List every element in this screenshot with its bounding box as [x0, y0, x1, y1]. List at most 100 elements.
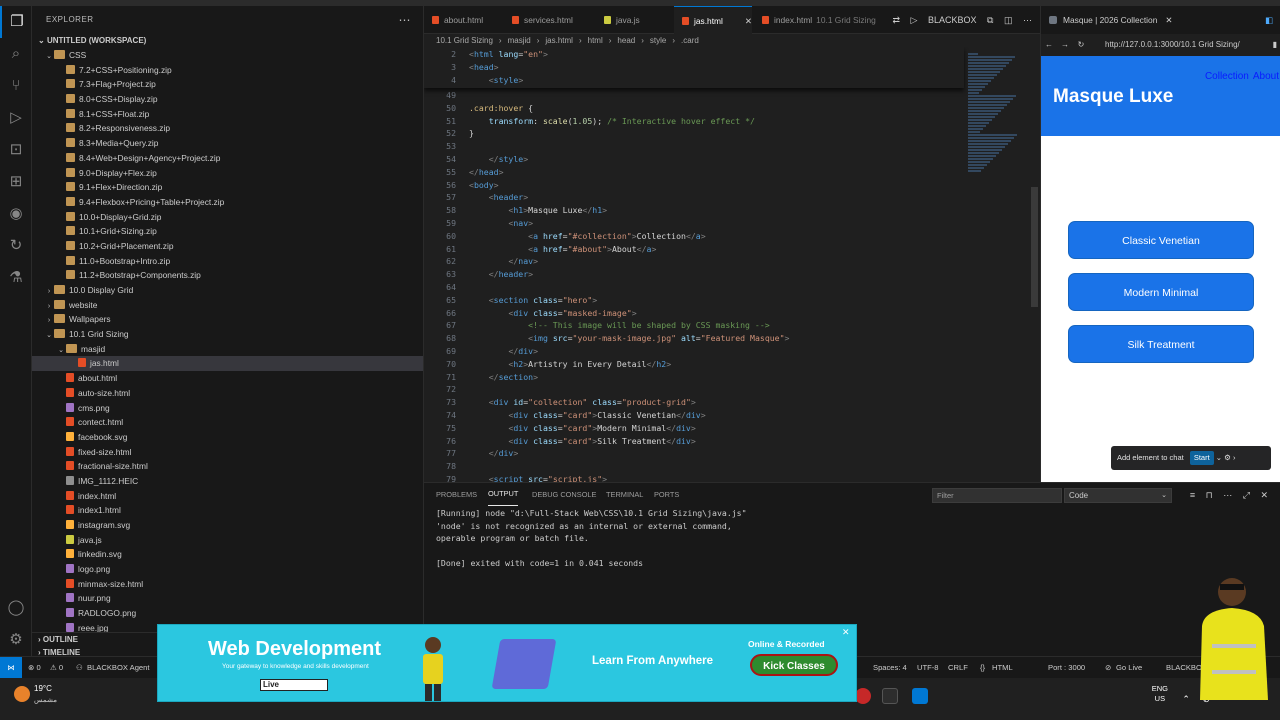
editor-tab[interactable]: jas.html ✕: [674, 6, 752, 34]
close-icon[interactable]: ✕: [1260, 490, 1268, 500]
app-icon[interactable]: [855, 688, 871, 704]
manage-gear-icon[interactable]: ⚙: [0, 624, 32, 656]
file-item[interactable]: 9.4+Flexbox+Pricing+Table+Project.zip: [32, 195, 423, 210]
file-item[interactable]: 10.2+Grid+Placement.zip: [32, 239, 423, 254]
live-share-icon[interactable]: ↻: [0, 230, 32, 262]
folder-item[interactable]: › website: [32, 298, 423, 313]
folder-item[interactable]: ⌄ CSS: [32, 48, 423, 63]
terminal-icon[interactable]: [882, 688, 898, 704]
file-item[interactable]: java.js: [32, 533, 423, 548]
product-card[interactable]: Modern Minimal: [1068, 273, 1254, 311]
file-item[interactable]: 8.2+Responsiveness.zip: [32, 121, 423, 136]
workspace-header[interactable]: ⌄ UNTITLED (WORKSPACE): [32, 34, 423, 48]
blackbox-label[interactable]: BLACKBOX: [928, 15, 977, 25]
file-item[interactable]: index.html: [32, 489, 423, 504]
file-item[interactable]: 10.0+Display+Grid.zip: [32, 210, 423, 225]
forward-icon[interactable]: →: [1057, 34, 1073, 56]
indentation-status[interactable]: Spaces: 4: [873, 657, 907, 679]
panel-tab[interactable]: PORTS: [654, 483, 679, 507]
account-icon[interactable]: ◯: [0, 592, 32, 624]
file-item[interactable]: index1.html: [32, 503, 423, 518]
ad-banner[interactable]: Web Development Your gateway to knowledg…: [157, 624, 857, 702]
preview-icon[interactable]: ◧: [1265, 6, 1273, 34]
file-item[interactable]: instagram.svg: [32, 518, 423, 533]
explorer-icon[interactable]: ❐: [0, 6, 32, 38]
filter-input[interactable]: Filter: [932, 488, 1062, 503]
file-item[interactable]: 7.3+Flag+Project.zip: [32, 77, 423, 92]
settings-icon[interactable]: ⚙: [1224, 453, 1231, 462]
more-actions-icon[interactable]: ⋯: [1023, 15, 1032, 25]
folder-item[interactable]: › 10.0 Display Grid: [32, 283, 423, 298]
file-item[interactable]: 9.1+Flex+Direction.zip: [32, 180, 423, 195]
breadcrumb-item[interactable]: masjid: [508, 36, 531, 45]
remote-explorer-icon[interactable]: ⊡: [0, 134, 32, 166]
breadcrumb-item[interactable]: jas.html: [545, 36, 573, 45]
more-actions-icon[interactable]: ⋯: [399, 6, 412, 34]
eol-status[interactable]: CRLF: [948, 657, 968, 679]
file-item[interactable]: 8.4+Web+Design+Agency+Project.zip: [32, 151, 423, 166]
search-icon[interactable]: ⌕: [0, 38, 32, 70]
file-item[interactable]: nuur.png: [32, 591, 423, 606]
output-channel-select[interactable]: Code ⌄: [1064, 488, 1172, 503]
file-item[interactable]: jas.html: [32, 356, 423, 372]
file-item[interactable]: linkedin.svg: [32, 547, 423, 562]
panel-tab[interactable]: DEBUG CONSOLE: [532, 483, 596, 507]
language-indicator[interactable]: ENG US: [1152, 684, 1168, 704]
blackbox-agent-status[interactable]: BLACKBOX Agent: [87, 657, 149, 679]
editor-tab[interactable]: services.html: [504, 6, 573, 34]
file-item[interactable]: logo.png: [32, 562, 423, 577]
file-item[interactable]: about.html: [32, 371, 423, 386]
run-icon[interactable]: ▷: [911, 15, 918, 25]
code-editor[interactable]: 2 <html lang="en"> 3 <head> 4 <style> 49 50 .c…: [424, 47, 1040, 482]
file-item[interactable]: minmax-size.html: [32, 577, 423, 592]
reload-icon[interactable]: ↻: [1073, 34, 1089, 56]
encoding-status[interactable]: UTF-8: [917, 657, 939, 679]
editor-tab[interactable]: index.html 10.1 Grid Sizing: [754, 6, 876, 34]
chevron-down-icon[interactable]: ⌄: [1216, 453, 1224, 462]
run-debug-icon[interactable]: ▷: [0, 102, 32, 134]
compare-icon[interactable]: ⇄: [892, 15, 900, 25]
language-mode[interactable]: HTML: [992, 657, 1013, 679]
file-item[interactable]: cms.png: [32, 401, 423, 416]
testing-icon[interactable]: ⚗: [0, 262, 32, 294]
nav-link-collection[interactable]: Collection: [1205, 71, 1249, 82]
file-item[interactable]: fractional-size.html: [32, 459, 423, 474]
file-item[interactable]: 9.0+Display+Flex.zip: [32, 166, 423, 181]
close-icon[interactable]: ✕: [1165, 15, 1172, 25]
file-item[interactable]: 7.2+CSS+Positioning.zip: [32, 63, 423, 78]
chevron-up-icon[interactable]: ⌃: [1182, 694, 1190, 704]
more-actions-icon[interactable]: ⋯: [1223, 490, 1232, 500]
product-card[interactable]: Silk Treatment: [1068, 325, 1254, 363]
file-item[interactable]: 8.0+CSS+Display.zip: [32, 92, 423, 107]
errors-count[interactable]: ⊗ 0: [28, 657, 41, 679]
breadcrumb-item[interactable]: html: [588, 36, 603, 45]
panel-tab[interactable]: OUTPUT: [488, 483, 519, 506]
editor-tab[interactable]: java.js: [596, 6, 640, 34]
minimap[interactable]: [964, 47, 1040, 482]
panel-tab[interactable]: PROBLEMS: [436, 483, 477, 507]
folder-item[interactable]: ⌄ 10.1 Grid Sizing: [32, 327, 423, 342]
file-item[interactable]: 8.1+CSS+Float.zip: [32, 107, 423, 122]
product-card[interactable]: Classic Venetian: [1068, 221, 1254, 259]
file-item[interactable]: 8.3+Media+Query.zip: [32, 136, 423, 151]
warnings-count[interactable]: ⚠ 0: [50, 657, 63, 679]
editor-tab[interactable]: about.html: [424, 6, 483, 34]
port-status[interactable]: Port : 3000: [1048, 657, 1085, 679]
editor-scrollbar[interactable]: [1031, 187, 1038, 307]
file-item[interactable]: contect.html: [32, 415, 423, 430]
panel-tab[interactable]: TERMINAL: [606, 483, 643, 507]
folder-item[interactable]: ⌄ masjid: [32, 342, 423, 357]
breadcrumb-item[interactable]: style: [650, 36, 666, 45]
open-preview-icon[interactable]: ⧉: [987, 15, 993, 25]
maximize-panel-icon[interactable]: ⤢: [1243, 490, 1250, 500]
browser-tab[interactable]: Masque | 2026 Collection ✕ ◧: [1041, 6, 1280, 34]
start-button[interactable]: Start: [1189, 451, 1214, 465]
file-item[interactable]: fixed-size.html: [32, 445, 423, 460]
file-item[interactable]: IMG_1112.HEIC: [32, 474, 423, 489]
close-icon[interactable]: ✕: [842, 627, 850, 638]
file-item[interactable]: auto-size.html: [32, 386, 423, 401]
remote-icon[interactable]: ⋈: [0, 657, 22, 679]
breadcrumb-item[interactable]: head: [617, 36, 635, 45]
menu-icon[interactable]: ▮: [1273, 34, 1277, 56]
go-live-button[interactable]: Go Live: [1116, 657, 1142, 679]
